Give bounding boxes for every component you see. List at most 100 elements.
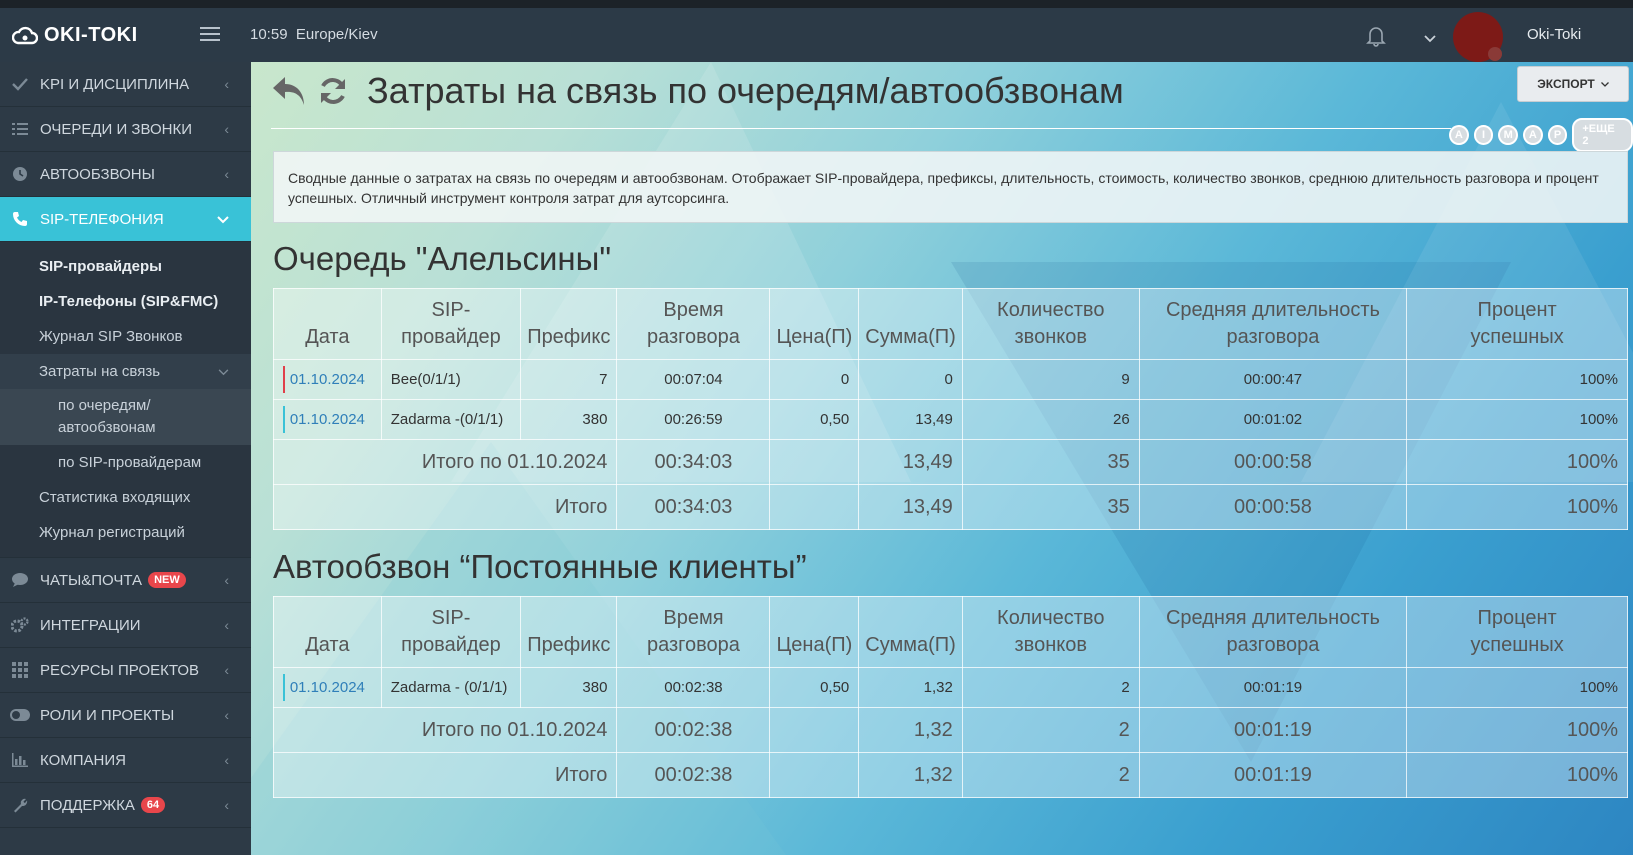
list-icon (10, 119, 30, 139)
subtotal-count: 2 (961, 707, 1140, 753)
row-success-pct: 100% (1406, 359, 1628, 400)
filter-tag[interactable]: P (1547, 125, 1568, 145)
row-date-link[interactable]: 01.10.2024 (273, 667, 382, 708)
more-tags-button[interactable]: +ЕЩЕ 2 (1572, 118, 1633, 152)
row-avg-duration: 00:01:19 (1138, 667, 1408, 708)
row-date-link[interactable]: 01.10.2024 (273, 399, 382, 440)
col-provider[interactable]: SIP-провайдер (380, 288, 522, 360)
avatar[interactable] (1453, 12, 1503, 62)
sidebar-item-label: SIP-ТЕЛЕФОНИЯ (40, 210, 164, 228)
row-date-link[interactable]: 01.10.2024 (273, 359, 382, 400)
col-avg-duration[interactable]: Средняя длительность разговора (1138, 288, 1408, 360)
col-price[interactable]: Цена(П) (769, 596, 860, 668)
filter-tag[interactable]: I (1473, 125, 1494, 145)
chevron-down-icon (218, 363, 229, 379)
sidebar-item-queues[interactable]: ОЧЕРЕДИ И ЗВОНКИ ‹ (0, 107, 251, 152)
sidebar-item-company[interactable]: КОМПАНИЯ ‹ (0, 738, 251, 783)
window-top-edge (0, 0, 1633, 8)
chevron-left-icon: ‹ (224, 797, 229, 813)
col-date[interactable]: Дата (273, 596, 382, 668)
col-success-pct[interactable]: Процент успешных (1406, 288, 1628, 360)
col-price[interactable]: Цена(П) (769, 288, 860, 360)
table-row: 01.10.2024 Zadarma - (0/1/1) 380 00:02:3… (273, 667, 1628, 708)
sidebar-item-resources[interactable]: РЕСУРСЫ ПРОЕКТОВ ‹ (0, 648, 251, 693)
row-count: 2 (961, 667, 1140, 708)
submenu-costs-label: Затраты на связь (39, 363, 161, 380)
sidebar-item-autodial[interactable]: АВТООБЗВОНЫ ‹ (0, 152, 251, 197)
col-success-pct[interactable]: Процент успешных (1406, 596, 1628, 668)
refresh-icon[interactable] (317, 75, 349, 107)
clock-time: 10:59 (250, 26, 288, 43)
row-count: 9 (961, 359, 1140, 400)
sidebar-item-support[interactable]: ПОДДЕРЖКА 64 ‹ (0, 783, 251, 828)
row-sum: 0 (858, 359, 963, 400)
submenu-costs[interactable]: Затраты на связь (0, 354, 251, 389)
sidebar-item-roles[interactable]: РОЛИ И ПРОЕКТЫ ‹ (0, 693, 251, 738)
col-duration[interactable]: Время разговора (616, 288, 771, 360)
wrench-icon (10, 795, 30, 815)
sidebar-item-integrations[interactable]: ИНТЕГРАЦИИ ‹ (0, 603, 251, 648)
submenu-by-queues[interactable]: по очередям/ автообзвонам (0, 389, 251, 445)
notifications-bell-icon[interactable] (1366, 25, 1386, 52)
filter-tag[interactable]: A (1523, 125, 1543, 145)
table-header-row: Дата SIP-провайдер Префикс Время разговор… (273, 596, 1628, 668)
page-header: Затраты на связь по очередям/автообзвона… (271, 70, 1124, 112)
col-prefix[interactable]: Префикс (520, 288, 618, 360)
bar-chart-icon (10, 750, 30, 770)
phone-icon (10, 209, 30, 229)
col-sum[interactable]: Сумма(П) (858, 288, 963, 360)
section-queue-title: Очередь "Алельсины" (273, 240, 612, 277)
clock: 10:59 Europe/Kiev (250, 26, 378, 43)
submenu-sip-providers[interactable]: SIP-провайдеры (0, 249, 251, 284)
submenu-reg-log[interactable]: Журнал регистраций (0, 515, 251, 550)
col-duration[interactable]: Время разговора (616, 596, 771, 668)
subtotal-avg-duration: 00:01:19 (1138, 707, 1408, 753)
subtotal-price-empty (769, 707, 860, 753)
subtotal-duration: 00:02:38 (616, 707, 771, 753)
subtotal-label: Итого по 01.10.2024 (272, 707, 618, 753)
sidebar-item-label: ОЧЕРЕДИ И ЗВОНКИ (40, 120, 192, 138)
total-sum: 13,49 (858, 484, 963, 530)
export-button[interactable]: ЭКСПОРТ (1517, 66, 1629, 102)
user-menu-chevron-icon[interactable] (1424, 30, 1436, 48)
sidebar-item-chats[interactable]: ЧАТЫ&ПОЧТА NEW ‹ (0, 558, 251, 603)
back-icon[interactable] (271, 75, 307, 107)
row-provider: Zadarma -(0/1/1) (380, 399, 522, 440)
subtotal-row: Итого по 01.10.2024 00:34:03 13,49 35 00… (272, 439, 1628, 485)
row-prefix: 380 (520, 399, 618, 440)
sidebar-item-kpi[interactable]: KPI И ДИСЦИПЛИНА ‹ (0, 62, 251, 107)
total-success-pct: 100% (1406, 752, 1628, 798)
submenu-ip-phones[interactable]: IP-Телефоны (SIP&FMC) (0, 284, 251, 319)
row-sum: 13,49 (858, 399, 963, 440)
col-count[interactable]: Количество звонков (961, 596, 1140, 668)
submenu-incoming-stats[interactable]: Статистика входящих (0, 480, 251, 515)
sidebar: KPI И ДИСЦИПЛИНА ‹ ОЧЕРЕДИ И ЗВОНКИ ‹ АВ… (0, 62, 251, 855)
col-provider[interactable]: SIP-провайдер (380, 596, 522, 668)
submenu-by-providers[interactable]: по SIP-провайдерам (0, 445, 251, 480)
submenu-sip-log[interactable]: Журнал SIP Звонков (0, 319, 251, 354)
total-label: Итого (272, 752, 618, 798)
chevron-left-icon: ‹ (224, 707, 229, 723)
total-label: Итого (272, 484, 618, 530)
col-sum[interactable]: Сумма(П) (858, 596, 963, 668)
autodial-costs-table: Дата SIP-провайдер Префикс Время разговор… (272, 596, 1628, 798)
chevron-left-icon: ‹ (224, 166, 229, 182)
col-prefix[interactable]: Префикс (520, 596, 618, 668)
filter-tag[interactable]: M (1498, 125, 1519, 145)
sidebar-item-label: РЕСУРСЫ ПРОЕКТОВ (40, 661, 200, 679)
gears-icon (10, 615, 30, 635)
clock-timezone: Europe/Kiev (295, 26, 378, 43)
total-row: Итого 00:02:38 1,32 2 00:01:19 100% (272, 752, 1628, 798)
logo-text: OKI-TOKI (44, 23, 138, 46)
sidebar-item-sip-telephony[interactable]: SIP-ТЕЛЕФОНИЯ (0, 197, 251, 242)
col-avg-duration[interactable]: Средняя длительность разговора (1138, 596, 1408, 668)
subtotal-duration: 00:34:03 (616, 439, 771, 485)
subtotal-count: 35 (961, 439, 1140, 485)
subtotal-sum: 1,32 (858, 707, 963, 753)
filter-tag[interactable]: A (1449, 125, 1469, 145)
username[interactable]: Oki-Toki (1527, 26, 1581, 43)
subtotal-sum: 13,49 (858, 439, 963, 485)
menu-toggle-icon[interactable] (200, 27, 220, 43)
col-count[interactable]: Количество звонков (961, 288, 1140, 360)
col-date[interactable]: Дата (273, 288, 382, 360)
